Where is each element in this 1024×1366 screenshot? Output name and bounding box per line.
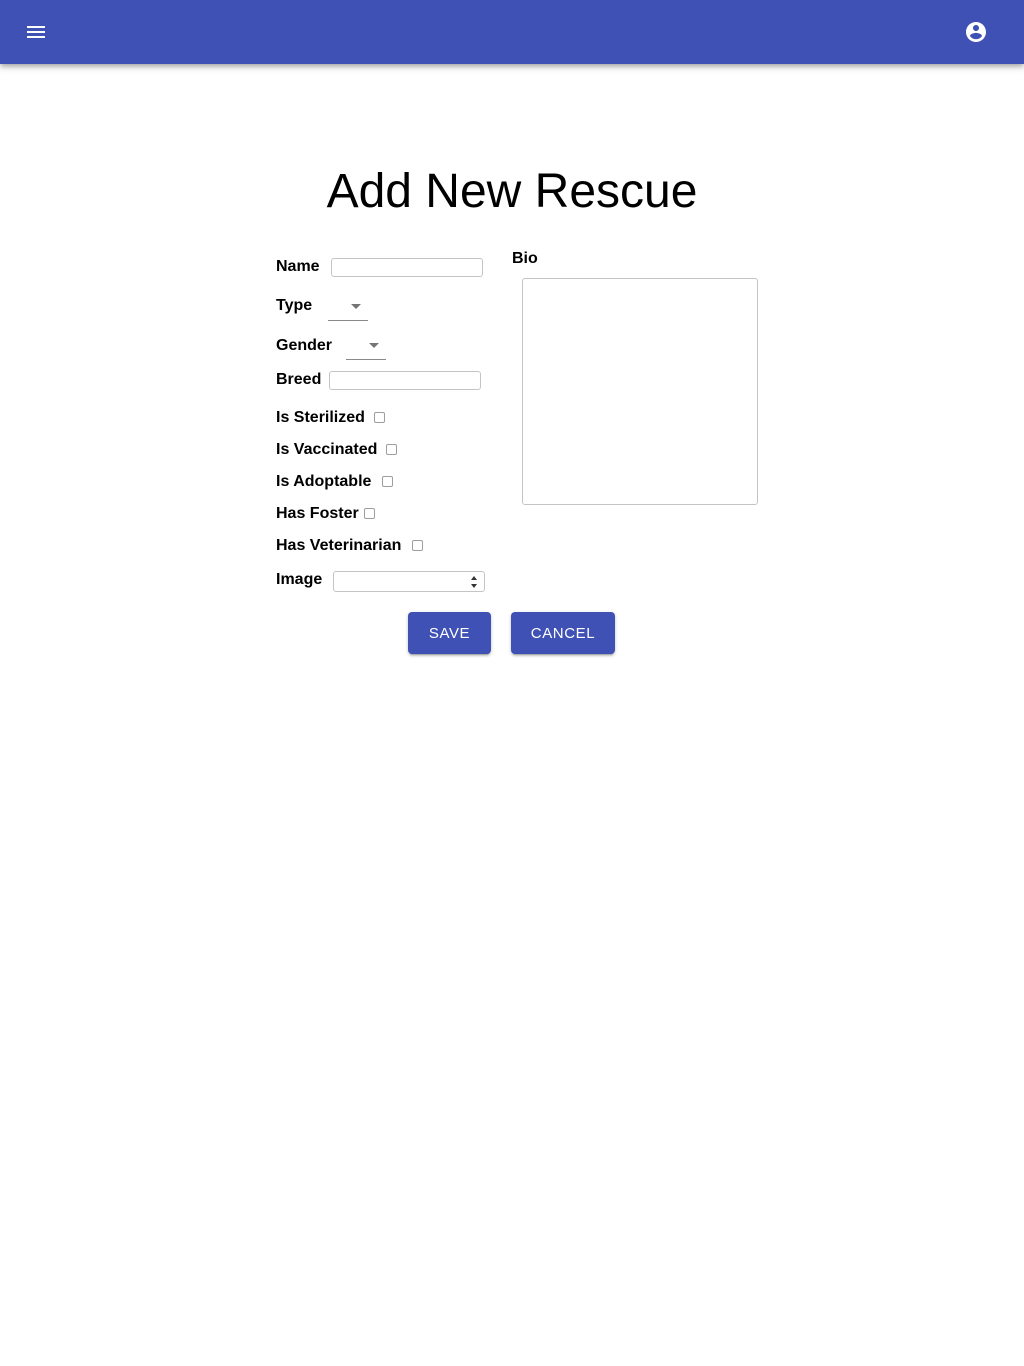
menu-icon — [27, 26, 45, 38]
has-veterinarian-label: Has Veterinarian — [276, 537, 402, 554]
is-vaccinated-checkbox[interactable] — [386, 444, 397, 455]
is-vaccinated-label: Is Vaccinated — [276, 441, 378, 458]
is-adoptable-checkbox[interactable] — [382, 476, 393, 487]
has-foster-label: Has Foster — [276, 505, 359, 522]
gender-label: Gender — [276, 337, 333, 354]
breed-label: Breed — [276, 371, 322, 388]
menu-button[interactable] — [12, 8, 60, 56]
bio-label: Bio — [512, 250, 538, 267]
name-label: Name — [276, 258, 320, 275]
dropdown-arrow-icon — [369, 343, 379, 348]
name-input[interactable] — [331, 258, 483, 277]
image-input[interactable] — [333, 571, 485, 592]
spinner-arrows-icon[interactable] — [470, 575, 478, 589]
breed-input[interactable] — [329, 371, 481, 390]
type-select[interactable] — [328, 294, 368, 321]
dropdown-arrow-icon — [351, 304, 361, 309]
cancel-button[interactable]: CANCEL — [511, 612, 615, 654]
is-sterilized-label: Is Sterilized — [276, 409, 365, 426]
has-veterinarian-checkbox[interactable] — [412, 540, 423, 551]
save-button[interactable]: SAVE — [408, 612, 491, 654]
app-bar — [0, 0, 1024, 64]
account-button[interactable] — [952, 8, 1000, 56]
type-label: Type — [276, 297, 313, 314]
bio-textarea[interactable] — [522, 278, 758, 505]
has-foster-checkbox[interactable] — [364, 508, 375, 519]
is-adoptable-label: Is Adoptable — [276, 473, 372, 490]
page-title: Add New Rescue — [326, 165, 698, 218]
gender-select[interactable] — [346, 333, 386, 360]
account-circle-icon — [966, 22, 986, 42]
is-sterilized-checkbox[interactable] — [374, 412, 385, 423]
image-label: Image — [276, 571, 323, 588]
